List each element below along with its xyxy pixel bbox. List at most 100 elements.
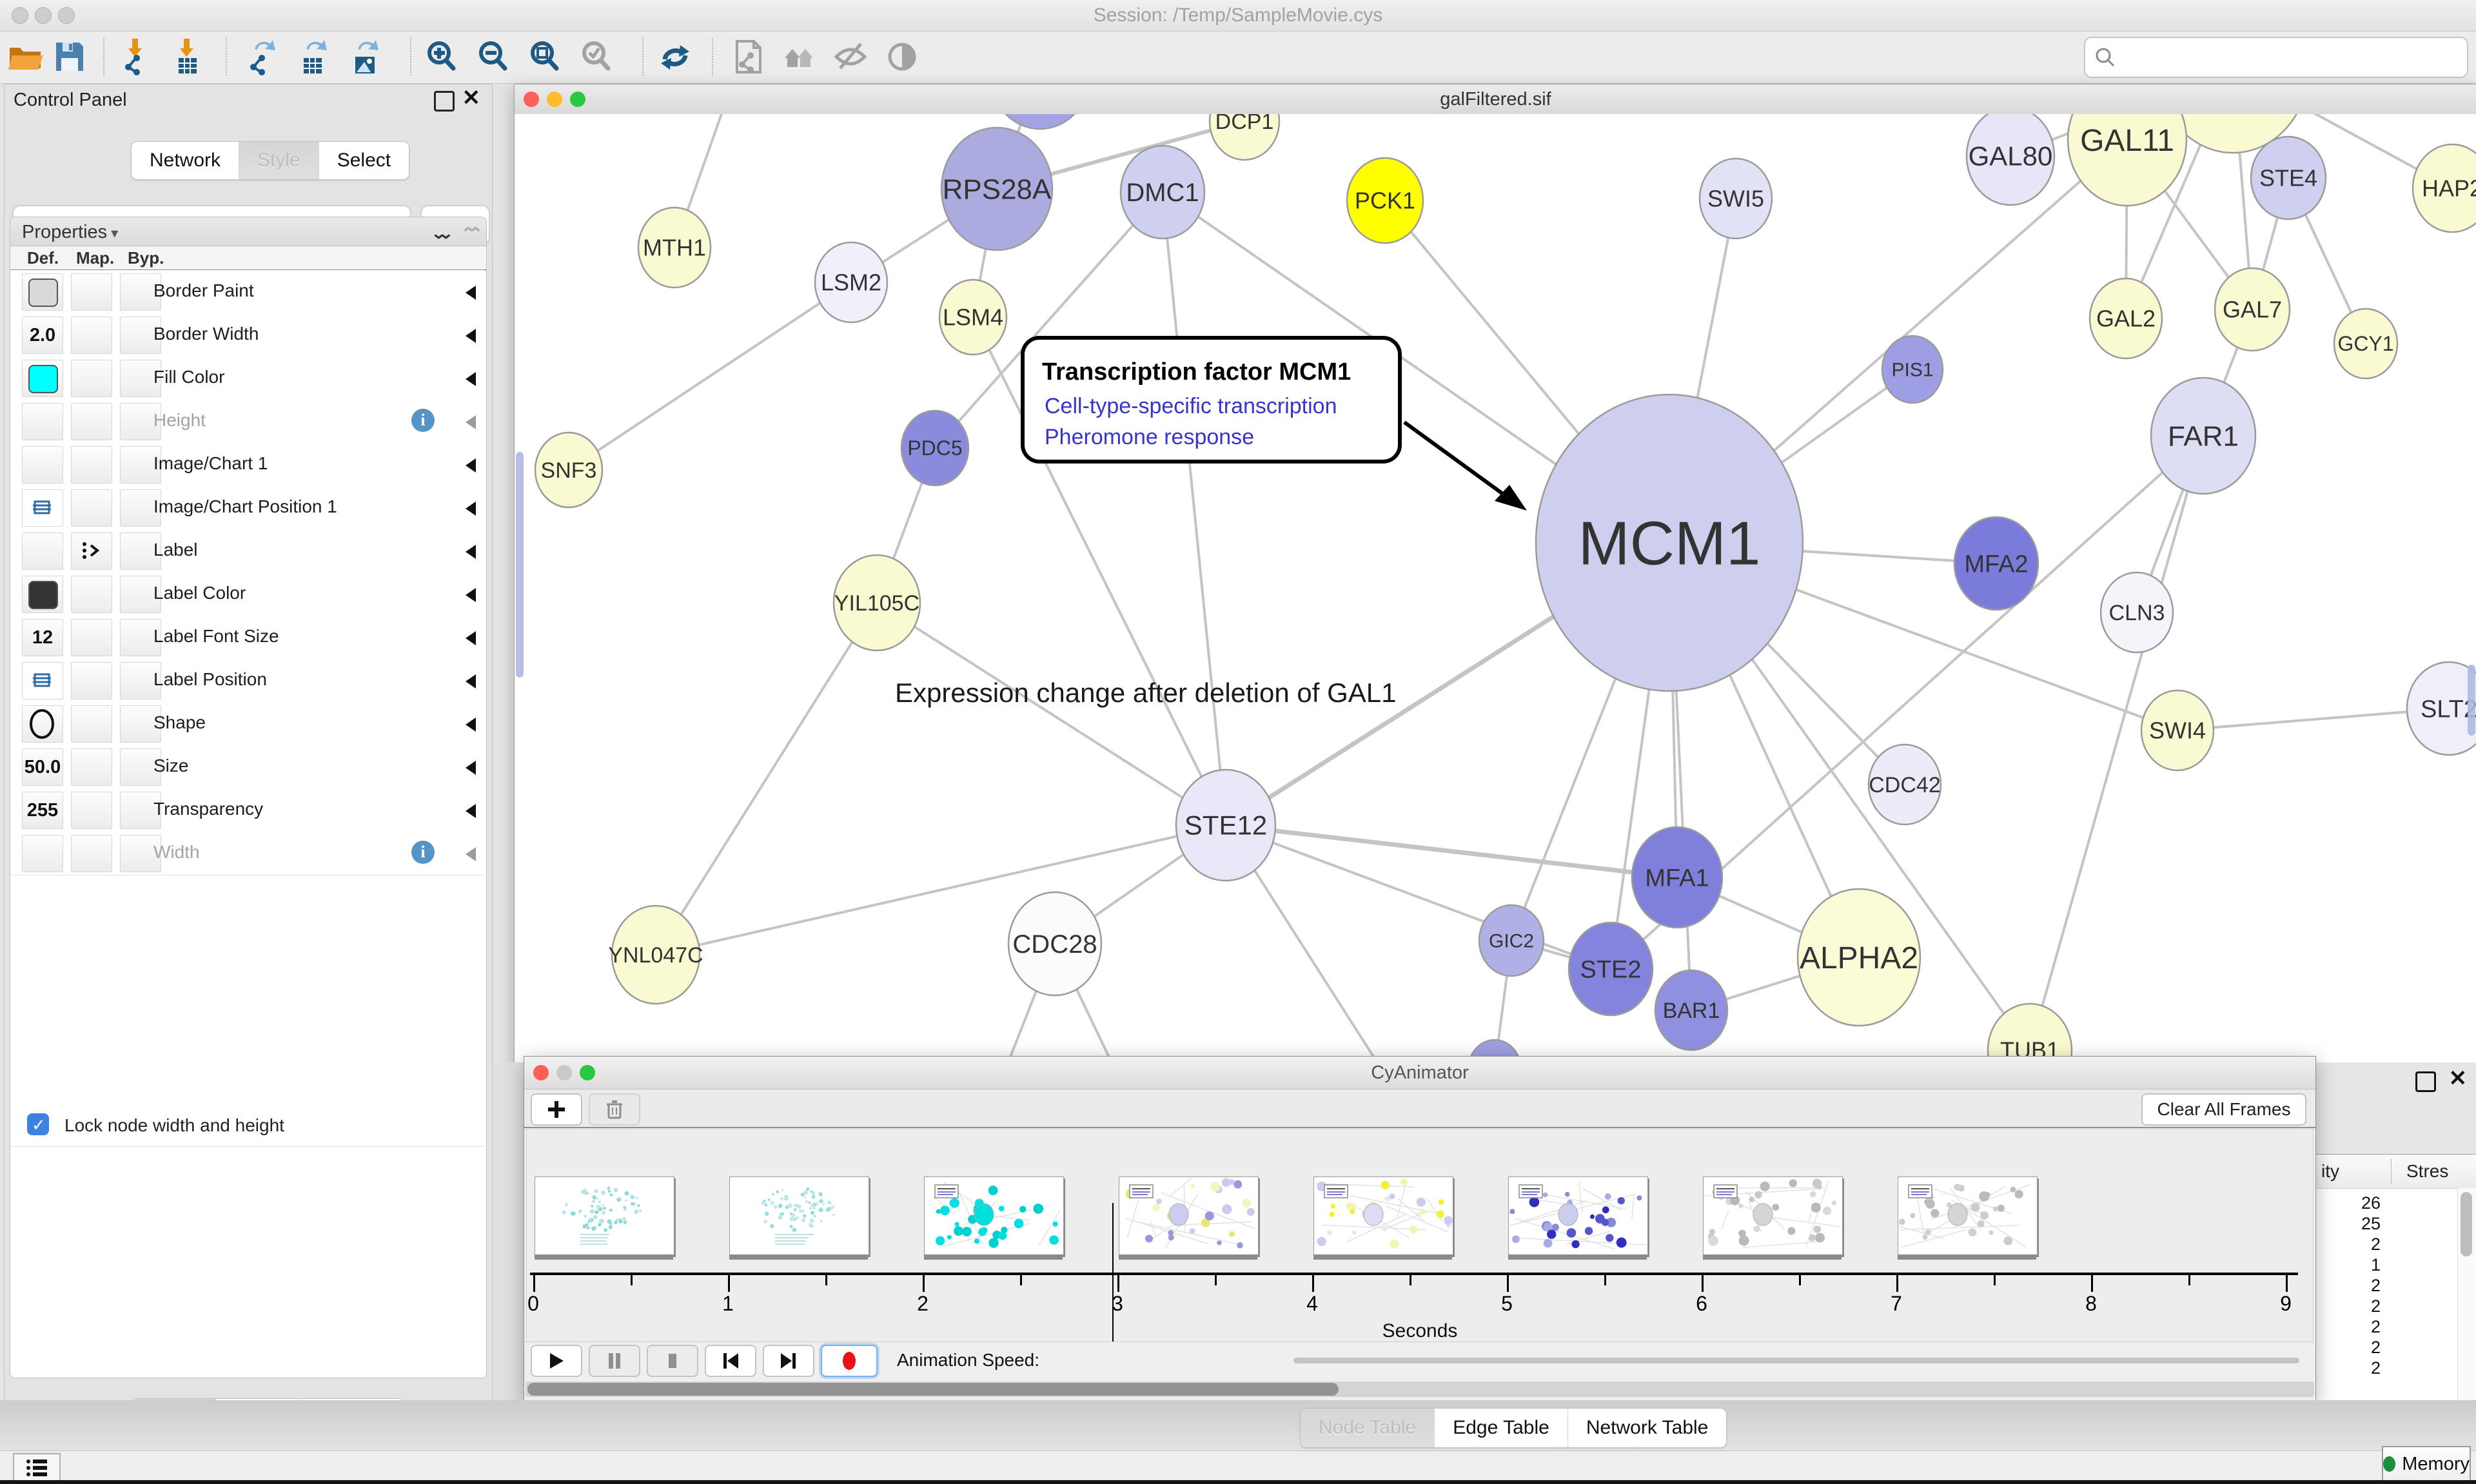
node-BAR1[interactable]: BAR1 bbox=[1655, 970, 1727, 1050]
frame-thumbnail-1[interactable] bbox=[729, 1176, 869, 1255]
snapshot-icon[interactable] bbox=[726, 37, 769, 77]
property-cell[interactable] bbox=[22, 576, 63, 613]
property-cell[interactable] bbox=[71, 662, 112, 699]
expand-row-icon[interactable] bbox=[466, 588, 476, 602]
property-cell[interactable]: 12 bbox=[22, 619, 63, 656]
close-traffic-light[interactable] bbox=[524, 92, 539, 107]
tab-network[interactable]: Network bbox=[132, 142, 239, 179]
property-cell[interactable] bbox=[22, 403, 63, 440]
property-cell[interactable] bbox=[71, 619, 112, 656]
property-cell[interactable] bbox=[71, 835, 112, 872]
property-row-height[interactable]: Heighti bbox=[10, 400, 485, 444]
property-row-transparency[interactable]: 255Transparency bbox=[10, 788, 485, 832]
expand-row-icon[interactable] bbox=[466, 674, 476, 688]
frame-thumbnail-5[interactable] bbox=[1508, 1176, 1648, 1255]
node-STE2[interactable]: STE2 bbox=[1569, 923, 1653, 1015]
expand-row-icon[interactable] bbox=[466, 761, 476, 775]
float-panel-icon[interactable] bbox=[2415, 1071, 2436, 1092]
hide-graphics-icon[interactable] bbox=[829, 37, 872, 77]
frame-thumbnail-7[interactable] bbox=[1898, 1176, 2038, 1255]
pause-button[interactable] bbox=[589, 1345, 640, 1377]
node-MFA2[interactable]: MFA2 bbox=[1954, 517, 2038, 610]
play-button[interactable] bbox=[531, 1345, 582, 1377]
property-row-label[interactable]: Label bbox=[10, 529, 485, 573]
node-CDC28[interactable]: CDC28 bbox=[1008, 892, 1101, 995]
playhead[interactable] bbox=[1112, 1203, 1114, 1342]
node-GAL2[interactable]: GAL2 bbox=[2090, 278, 2162, 358]
record-button[interactable] bbox=[821, 1345, 878, 1377]
node-SWI5[interactable]: SWI5 bbox=[1700, 159, 1772, 239]
skip-to-end-button[interactable] bbox=[763, 1345, 814, 1377]
delete-frame-button[interactable] bbox=[589, 1093, 640, 1126]
property-cell[interactable] bbox=[22, 273, 63, 311]
close-traffic-light[interactable] bbox=[12, 7, 28, 24]
clear-all-frames-button[interactable]: Clear All Frames bbox=[2141, 1093, 2306, 1126]
node-YIL105C[interactable]: YIL105C bbox=[834, 555, 920, 650]
table-cell-value[interactable]: 2 bbox=[2332, 1317, 2381, 1337]
memory-button[interactable]: Memory bbox=[2382, 1446, 2471, 1482]
color-swatch[interactable] bbox=[28, 278, 58, 307]
info-icon[interactable]: i bbox=[411, 841, 435, 864]
node-PIS1[interactable]: PIS1 bbox=[1882, 336, 1943, 403]
table-header-row[interactable]: ity Stres bbox=[2316, 1155, 2476, 1189]
timeline[interactable]: 0123456789 Seconds bbox=[526, 1129, 2314, 1343]
property-row-shape[interactable]: Shape bbox=[10, 702, 485, 746]
node-GAL7[interactable]: GAL7 bbox=[2215, 268, 2290, 351]
property-cell[interactable] bbox=[71, 532, 112, 570]
add-frame-button[interactable] bbox=[531, 1093, 582, 1126]
expand-row-icon[interactable] bbox=[466, 502, 476, 516]
node-PCK1[interactable]: PCK1 bbox=[1347, 158, 1423, 243]
export-network-icon[interactable] bbox=[240, 37, 282, 77]
horizontal-scrollbar[interactable] bbox=[526, 1381, 2314, 1397]
zoom-in-icon[interactable] bbox=[420, 37, 463, 77]
table-scrollbar[interactable] bbox=[2457, 1188, 2476, 1411]
task-history-button[interactable] bbox=[13, 1453, 61, 1483]
export-table-icon[interactable] bbox=[291, 37, 334, 77]
zoom-selected-icon[interactable] bbox=[575, 37, 618, 77]
open-folder-icon[interactable] bbox=[4, 37, 46, 77]
property-cell[interactable]: 255 bbox=[22, 792, 63, 829]
color-swatch[interactable] bbox=[28, 365, 58, 393]
table-cell-value[interactable]: 2 bbox=[2332, 1235, 2381, 1255]
property-cell[interactable] bbox=[71, 576, 112, 613]
property-cell[interactable]: 50.0 bbox=[22, 748, 63, 786]
tab-edge-table[interactable]: Edge Table bbox=[1434, 1409, 1567, 1447]
vertical-scrollbar[interactable] bbox=[516, 452, 524, 678]
lock-size-checkbox[interactable] bbox=[27, 1113, 49, 1135]
expand-row-icon[interactable] bbox=[466, 545, 476, 559]
expand-row-icon[interactable] bbox=[466, 415, 476, 429]
search-box[interactable] bbox=[2084, 37, 2468, 78]
close-panel-icon[interactable]: ✕ bbox=[462, 90, 481, 106]
maximize-traffic-light[interactable] bbox=[580, 1065, 595, 1080]
zoom-fit-icon[interactable] bbox=[524, 37, 566, 77]
frame-thumbnail-3[interactable] bbox=[1119, 1176, 1259, 1255]
property-row-border-width[interactable]: 2.0Border Width bbox=[10, 313, 485, 357]
minimize-traffic-light[interactable] bbox=[547, 92, 562, 107]
scrollbar-thumb[interactable] bbox=[527, 1383, 1339, 1396]
frame-thumbnail-6[interactable] bbox=[1703, 1176, 1843, 1255]
expand-row-icon[interactable] bbox=[466, 329, 476, 343]
vertical-scrollbar[interactable] bbox=[2468, 665, 2475, 736]
info-icon[interactable]: i bbox=[411, 409, 435, 432]
frame-thumbnail-4[interactable] bbox=[1313, 1176, 1453, 1255]
property-cell[interactable] bbox=[71, 317, 112, 354]
property-row-label-color[interactable]: Label Color bbox=[10, 572, 485, 616]
table-cell-value[interactable]: 1 bbox=[2332, 1255, 2381, 1275]
annotation-link[interactable]: Pheromone response bbox=[1045, 425, 1254, 449]
node-GIC2[interactable]: GIC2 bbox=[1479, 905, 1544, 976]
node-MCM1[interactable]: MCM1 bbox=[1536, 395, 1803, 691]
tab-select[interactable]: Select bbox=[319, 142, 409, 179]
properties-header[interactable]: Properties ⌄⌄ ⌃⌃ bbox=[10, 217, 486, 246]
table-cell-value[interactable]: 2 bbox=[2332, 1338, 2381, 1358]
property-cell[interactable] bbox=[71, 446, 112, 483]
maximize-traffic-light[interactable] bbox=[58, 7, 75, 24]
table-cell-value[interactable]: 2 bbox=[2332, 1296, 2381, 1316]
node-ALPHA2[interactable]: ALPHA2 bbox=[1798, 889, 1920, 1026]
tab-style[interactable]: Style bbox=[239, 142, 319, 179]
color-swatch[interactable] bbox=[28, 581, 58, 609]
expand-row-icon[interactable] bbox=[466, 631, 476, 645]
stop-button[interactable] bbox=[647, 1345, 698, 1377]
node-FAR1[interactable]: FAR1 bbox=[2151, 378, 2255, 494]
zoom-out-icon[interactable] bbox=[472, 37, 515, 77]
save-icon[interactable] bbox=[48, 37, 90, 77]
